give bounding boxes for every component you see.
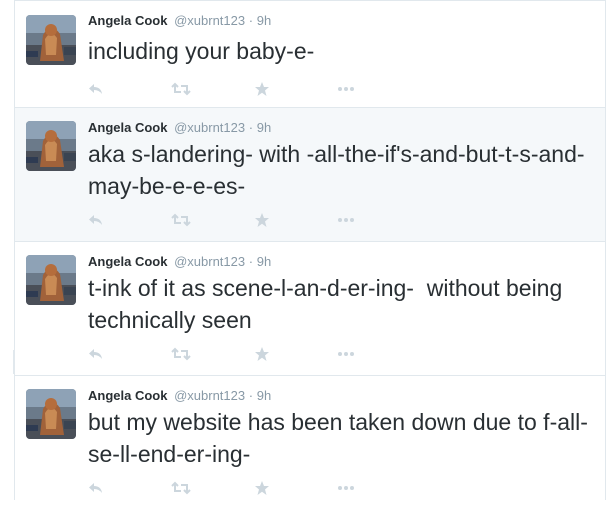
more-icon xyxy=(338,218,354,222)
author-name[interactable]: Angela Cook xyxy=(88,254,167,269)
favorite-button[interactable] xyxy=(254,210,337,230)
more-button[interactable] xyxy=(337,478,420,498)
retweet-icon xyxy=(171,213,191,227)
favorite-button[interactable] xyxy=(254,478,337,498)
more-icon xyxy=(338,87,354,91)
separator: · xyxy=(248,254,254,269)
more-icon xyxy=(338,486,354,490)
star-icon xyxy=(255,213,269,227)
retweet-button[interactable] xyxy=(171,478,254,498)
tweet[interactable]: Angela Cook @xubrnt123 · 9h including yo… xyxy=(15,0,605,108)
retweet-icon xyxy=(171,82,191,96)
retweet-button[interactable] xyxy=(171,344,254,364)
reply-button[interactable] xyxy=(88,478,171,498)
tweet-header: Angela Cook @xubrnt123 · 9h xyxy=(88,120,271,136)
author-username[interactable]: @xubrnt123 xyxy=(174,388,245,403)
column-edge xyxy=(0,350,14,374)
retweet-button[interactable] xyxy=(171,210,254,230)
more-button[interactable] xyxy=(337,79,420,99)
favorite-button[interactable] xyxy=(254,344,337,364)
more-button[interactable] xyxy=(337,344,420,364)
favorite-button[interactable] xyxy=(254,79,337,99)
tweet-actions xyxy=(88,478,420,498)
avatar[interactable] xyxy=(26,15,76,65)
tweet-text: aka s-landering- with -all-the-if's-and-… xyxy=(88,141,585,199)
reply-button[interactable] xyxy=(88,79,171,99)
star-icon xyxy=(255,347,269,361)
reply-icon xyxy=(89,215,102,225)
tweet-actions xyxy=(88,210,420,230)
more-icon xyxy=(338,352,354,356)
author-username[interactable]: @xubrnt123 xyxy=(174,254,245,269)
reply-button[interactable] xyxy=(88,344,171,364)
tweet-actions xyxy=(88,79,420,99)
author-username[interactable]: @xubrnt123 xyxy=(174,120,245,135)
author-name[interactable]: Angela Cook xyxy=(88,13,167,28)
reply-button[interactable] xyxy=(88,210,171,230)
avatar[interactable] xyxy=(26,389,76,439)
retweet-icon xyxy=(171,347,191,361)
tweet[interactable]: Angela Cook @xubrnt123 · 9h but my websi… xyxy=(15,376,605,510)
tweet-text: but my website has been taken down due t… xyxy=(88,409,588,467)
retweet-icon xyxy=(171,481,191,495)
author-username[interactable]: @xubrnt123 xyxy=(174,13,245,28)
separator: · xyxy=(248,388,254,403)
author-name[interactable]: Angela Cook xyxy=(88,120,167,135)
tweet[interactable]: Angela Cook @xubrnt123 · 9h t-ink of it … xyxy=(15,242,605,376)
avatar[interactable] xyxy=(26,121,76,171)
tweet-header: Angela Cook @xubrnt123 · 9h xyxy=(88,388,271,404)
tweet-actions xyxy=(88,344,420,364)
separator: · xyxy=(248,120,254,135)
avatar[interactable] xyxy=(26,255,76,305)
separator: · xyxy=(248,13,254,28)
reply-icon xyxy=(89,483,102,493)
tweet-text: t-ink of it as scene-l-an-d-er-ing- with… xyxy=(88,275,569,333)
author-name[interactable]: Angela Cook xyxy=(88,388,167,403)
star-icon xyxy=(255,481,269,495)
retweet-button[interactable] xyxy=(171,79,254,99)
more-button[interactable] xyxy=(337,210,420,230)
tweet-header: Angela Cook @xubrnt123 · 9h xyxy=(88,13,271,29)
timestamp[interactable]: 9h xyxy=(257,120,271,135)
star-icon xyxy=(255,82,269,96)
timestamp[interactable]: 9h xyxy=(257,388,271,403)
timestamp[interactable]: 9h xyxy=(257,13,271,28)
timestamp[interactable]: 9h xyxy=(257,254,271,269)
reply-icon xyxy=(89,84,102,94)
tweet[interactable]: Angela Cook @xubrnt123 · 9h aka s-lander… xyxy=(15,108,605,242)
tweet-text: including your baby-e- xyxy=(88,38,315,64)
tweet-header: Angela Cook @xubrnt123 · 9h xyxy=(88,254,271,270)
reply-icon xyxy=(89,349,102,359)
tweet-timeline: Angela Cook @xubrnt123 · 9h including yo… xyxy=(14,0,606,500)
